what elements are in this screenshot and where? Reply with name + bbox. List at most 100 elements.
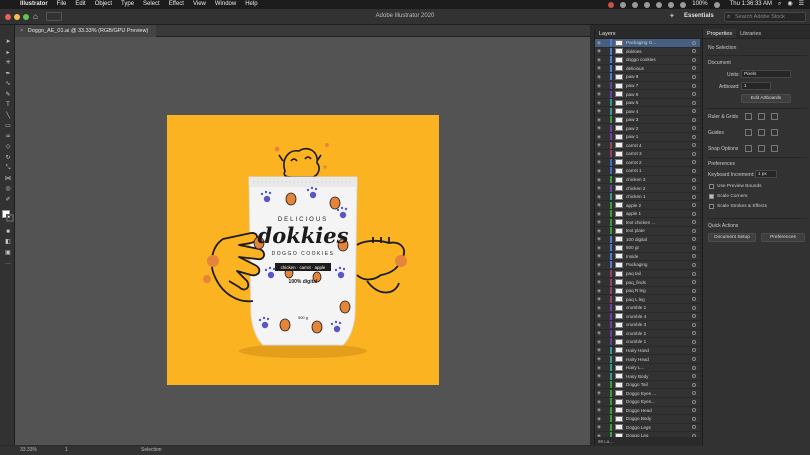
layer-row[interactable]: ◉ paw 6: [595, 90, 700, 99]
layer-row[interactable]: ◉ text plate: [595, 227, 700, 236]
visibility-eye-icon[interactable]: ◉: [595, 322, 603, 328]
guides-show-icon[interactable]: [745, 129, 752, 136]
layer-row[interactable]: ◉ apple 1: [595, 210, 700, 219]
target-circle-icon[interactable]: [692, 254, 696, 259]
visibility-eye-icon[interactable]: ◉: [595, 142, 603, 148]
layer-row[interactable]: ◉ Inside: [595, 252, 700, 262]
layer-row[interactable]: ◉ Doggo Head: [595, 406, 700, 416]
target-circle-icon[interactable]: [692, 271, 696, 276]
target-circle-icon[interactable]: [692, 399, 696, 404]
line-tool-icon[interactable]: ╲: [4, 113, 12, 119]
visibility-eye-icon[interactable]: ◉: [595, 382, 603, 388]
target-circle-icon[interactable]: [692, 416, 696, 421]
visibility-eye-icon[interactable]: ◉: [595, 185, 603, 191]
layer-row[interactable]: ◉ paq_finds: [595, 278, 700, 287]
target-circle-icon[interactable]: [692, 220, 696, 225]
keyboard-increment-input[interactable]: 1 px: [755, 170, 777, 178]
target-circle-icon[interactable]: [692, 211, 696, 216]
target-circle-icon[interactable]: [692, 100, 696, 105]
snap-point-icon[interactable]: [745, 145, 752, 152]
target-circle-icon[interactable]: [692, 177, 696, 182]
layer-row[interactable]: ◉ carrot 1: [595, 167, 700, 176]
layer-row[interactable]: ◉ paq R leg: [595, 287, 700, 296]
layer-row[interactable]: ◉ Doggo Eyes...: [595, 398, 700, 407]
layer-row[interactable]: ◉ paw 7: [595, 82, 700, 91]
layer-row[interactable]: ◉ Packaging G...: [595, 39, 700, 48]
visibility-eye-icon[interactable]: ◉: [595, 305, 603, 311]
layer-row[interactable]: ◉ 500 gr: [595, 244, 700, 253]
shape-builder-tool-icon[interactable]: ◎: [4, 186, 12, 192]
layer-row[interactable]: ◉ text chicken ...: [595, 218, 700, 228]
color-mode-icon[interactable]: ■: [4, 229, 12, 235]
layer-row[interactable]: ◉ apple 2: [595, 201, 700, 210]
layer-row[interactable]: ◉ crumble 4: [595, 312, 700, 322]
visibility-eye-icon[interactable]: ◉: [595, 74, 603, 80]
status-icon[interactable]: [644, 1, 651, 8]
target-circle-icon[interactable]: [692, 348, 696, 353]
visibility-eye-icon[interactable]: ◉: [595, 151, 603, 157]
layer-row[interactable]: ◉ dokkies: [595, 47, 700, 57]
visibility-eye-icon[interactable]: ◉: [595, 279, 603, 285]
layer-row[interactable]: ◉ carrot 4: [595, 141, 700, 151]
layer-row[interactable]: ◉ paw 4: [595, 107, 700, 116]
layer-row[interactable]: ◉ Doggo Eyes ...: [595, 389, 700, 398]
type-tool-icon[interactable]: T: [4, 102, 12, 108]
battery-percent[interactable]: 100%: [692, 0, 707, 9]
snap-glyph-icon[interactable]: [771, 145, 778, 152]
eraser-tool-icon[interactable]: ◇: [4, 144, 12, 150]
document-setup-button[interactable]: Document Setup: [708, 233, 756, 242]
snap-pixel-icon[interactable]: [758, 145, 765, 152]
visibility-eye-icon[interactable]: ◉: [595, 168, 603, 174]
stroke-swatch[interactable]: [6, 214, 14, 222]
target-circle-icon[interactable]: [692, 40, 696, 45]
visibility-eye-icon[interactable]: ◉: [595, 219, 603, 225]
visibility-eye-icon[interactable]: ◉: [595, 91, 603, 97]
selection-tool-icon[interactable]: ➤: [4, 39, 12, 45]
target-circle-icon[interactable]: [692, 237, 696, 242]
pencil-tool-icon[interactable]: ✎: [4, 92, 12, 98]
visibility-eye-icon[interactable]: ◉: [595, 117, 603, 123]
layer-row[interactable]: ◉ Hairy Head: [595, 355, 700, 364]
layer-row[interactable]: ◉ Doggo Tail: [595, 381, 700, 390]
artboard-select[interactable]: 1: [741, 82, 771, 90]
status-icon[interactable]: [632, 1, 639, 8]
layer-row[interactable]: ◉ paw 3: [595, 116, 700, 125]
pen-tool-icon[interactable]: ✒: [4, 71, 12, 77]
spotlight-icon[interactable]: ⌕: [778, 0, 781, 9]
layer-row[interactable]: ◉ Packaging: [595, 261, 700, 270]
guides-lock-icon[interactable]: [758, 129, 765, 136]
transparency-grid-icon[interactable]: [771, 113, 778, 120]
layer-row[interactable]: ◉ Doggo Body: [595, 415, 700, 424]
arrange-documents-icon[interactable]: [46, 12, 62, 21]
target-circle-icon[interactable]: [692, 339, 696, 344]
minimize-window-button[interactable]: [14, 14, 20, 20]
visibility-eye-icon[interactable]: ◉: [595, 253, 603, 259]
menu-effect[interactable]: Effect: [169, 0, 184, 9]
menu-view[interactable]: View: [193, 0, 206, 9]
target-circle-icon[interactable]: [692, 331, 696, 336]
target-circle-icon[interactable]: [692, 314, 696, 319]
target-circle-icon[interactable]: [692, 117, 696, 122]
close-tab-icon[interactable]: ×: [20, 28, 23, 34]
rectangle-tool-icon[interactable]: ▭: [4, 123, 12, 129]
visibility-eye-icon[interactable]: ◉: [595, 416, 603, 422]
units-select[interactable]: Pixels: [741, 70, 791, 78]
tab-libraries[interactable]: Libraries: [736, 29, 765, 38]
eyedropper-tool-icon[interactable]: ✐: [4, 197, 12, 203]
visibility-eye-icon[interactable]: ◉: [595, 296, 603, 302]
menubar-clock[interactable]: Thu 1:36:33 AM: [730, 0, 772, 9]
layer-row[interactable]: ◉ Hairy Hand: [595, 346, 700, 356]
width-tool-icon[interactable]: ⋈: [4, 176, 12, 182]
menu-object[interactable]: Object: [95, 0, 112, 9]
curvature-tool-icon[interactable]: ∿: [4, 81, 12, 87]
menu-select[interactable]: Select: [143, 0, 160, 9]
lightbulb-icon[interactable]: ✦: [669, 12, 675, 20]
target-circle-icon[interactable]: [692, 357, 696, 361]
rotate-tool-icon[interactable]: ↻: [4, 155, 12, 161]
visibility-eye-icon[interactable]: ◉: [595, 339, 603, 345]
search-stock-input[interactable]: ⌕ Search Adobe Stock: [724, 12, 806, 22]
layer-row[interactable]: ◉ paw 2: [595, 124, 700, 134]
target-circle-icon[interactable]: [692, 151, 696, 156]
visibility-eye-icon[interactable]: ◉: [595, 108, 603, 114]
scale-tool-icon[interactable]: ⤡: [4, 165, 12, 171]
